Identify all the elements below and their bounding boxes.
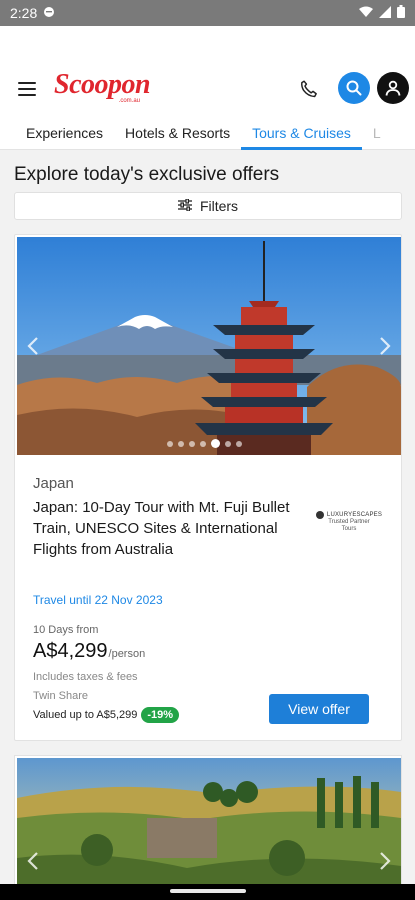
carousel-dot[interactable]	[178, 440, 184, 447]
search-icon	[346, 80, 362, 96]
partner-line-1: Trusted Partner	[328, 519, 370, 525]
share-note: Twin Share	[33, 690, 89, 702]
carousel-dot-active[interactable]	[211, 439, 220, 448]
carousel-dots	[167, 439, 242, 448]
duration-label: 10 Days from	[33, 624, 99, 636]
partner-badge: LUXURYESCAPES Trusted Partner Tours	[309, 511, 389, 533]
discount-badge: -19%	[141, 707, 180, 723]
taxes-note: Includes taxes & fees	[33, 671, 138, 683]
account-button[interactable]	[377, 72, 409, 104]
valued-row: Valued up to A$5,299 -19%	[33, 707, 180, 723]
message-icon	[43, 5, 55, 21]
deal-card[interactable]: Japan Japan: 10-Day Tour with Mt. Fuji B…	[14, 234, 402, 741]
carousel-prev-icon[interactable]	[25, 850, 41, 872]
app-header: Scoopon .com.au Experiences Hotels & Res…	[0, 26, 415, 150]
carousel-dot[interactable]	[200, 440, 206, 447]
status-bar: 2:28	[0, 0, 415, 26]
partner-line-2: Tours	[341, 526, 357, 532]
carousel-dot[interactable]	[189, 440, 195, 447]
sliders-icon	[177, 198, 192, 214]
battery-icon	[397, 5, 405, 21]
carousel-dot[interactable]	[236, 440, 242, 447]
signal-icon	[379, 5, 391, 21]
deal-image-2[interactable]	[17, 758, 401, 894]
deal-location: Japan	[33, 475, 74, 492]
deal-title[interactable]: Japan: 10-Day Tour with Mt. Fuji Bullet …	[33, 497, 293, 560]
carousel-dot[interactable]	[225, 440, 231, 447]
price-unit: /person	[108, 648, 146, 660]
valued-up-to: Valued up to A$5,299	[33, 709, 138, 721]
menu-icon[interactable]	[18, 82, 36, 96]
view-offer-button[interactable]: View offer	[269, 694, 369, 724]
carousel-next-icon[interactable]	[377, 850, 393, 872]
price: A$4,299	[33, 640, 108, 662]
travel-until: Travel until 22 Nov 2023	[33, 593, 163, 607]
category-tabs: Experiences Hotels & Resorts Tours & Cru…	[0, 122, 415, 150]
tab-hotels-resorts[interactable]: Hotels & Resorts	[114, 122, 241, 150]
system-nav-bar	[0, 884, 415, 900]
partner-logo-icon	[315, 511, 324, 519]
wifi-icon	[359, 5, 373, 21]
filters-label: Filters	[199, 198, 239, 214]
user-icon	[385, 80, 401, 96]
phone-icon[interactable]	[298, 78, 324, 104]
tab-next[interactable]: L	[362, 122, 392, 150]
home-gesture-handle[interactable]	[170, 889, 246, 893]
search-button[interactable]	[338, 72, 370, 104]
carousel-prev-icon[interactable]	[25, 335, 41, 357]
partner-brand: LUXURYESCAPES	[326, 512, 383, 518]
status-time: 2:28	[10, 5, 38, 21]
scoopon-logo[interactable]: Scoopon .com.au	[54, 69, 151, 110]
filters-button[interactable]: Filters	[14, 192, 402, 220]
page-title: Explore today's exclusive offers	[14, 164, 280, 185]
logo-text: Scoopon	[54, 69, 151, 100]
price-row: A$4,299 /person	[33, 640, 145, 663]
carousel-next-icon[interactable]	[377, 335, 393, 357]
logo-subtext: .com.au	[118, 98, 140, 104]
deal-card-2[interactable]	[14, 755, 402, 895]
header-row: Scoopon .com.au	[0, 70, 415, 110]
tab-experiences[interactable]: Experiences	[0, 122, 114, 150]
deal-image[interactable]	[17, 237, 401, 455]
tab-tours-cruises[interactable]: Tours & Cruises	[241, 122, 362, 150]
carousel-dot[interactable]	[167, 440, 173, 447]
